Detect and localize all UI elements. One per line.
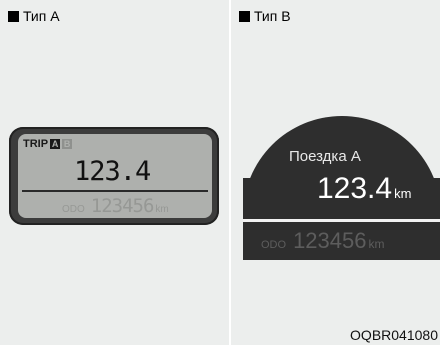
divider (243, 219, 440, 222)
odo-value: 123456 (90, 195, 155, 217)
trip-unit: km (394, 186, 412, 201)
trip-label: TRIP (23, 138, 49, 150)
odo-value: 123456 (293, 228, 367, 253)
divider (22, 190, 208, 192)
trip-value: 123.4 (317, 172, 393, 205)
type-b-display: Поездка A 123.4 km ODO 123456 km (243, 116, 440, 260)
odo-unit: km (155, 204, 169, 215)
type-a-label: Тип A (23, 8, 60, 24)
trip-b-indicator: B (62, 139, 73, 149)
trip-value: 123.4 (74, 156, 151, 187)
type-b-heading: Тип B (239, 8, 291, 24)
odometer: ODO 123456 km (62, 195, 169, 217)
odo-label: ODO (62, 204, 85, 215)
trip-a-indicator: A (50, 139, 61, 149)
trip-indicator: TRIP A B (23, 138, 73, 150)
odo-unit: km (368, 237, 385, 251)
trip-reading: 123.4 km (317, 172, 411, 206)
figure-code: OQBR041080 (350, 327, 438, 343)
type-b-label: Тип B (254, 8, 291, 24)
odo-label: ODO (261, 239, 287, 251)
odometer: ODO 123456 km (261, 228, 384, 254)
type-a-heading: Тип A (8, 8, 60, 24)
lcd-screen: TRIP A B 123.4 ODO 123456 km (18, 134, 212, 218)
bullet-square-icon (239, 10, 250, 22)
type-a-lcd-display: TRIP A B 123.4 ODO 123456 km (9, 127, 219, 225)
trip-title: Поездка A (289, 148, 361, 165)
bullet-square-icon (8, 10, 19, 22)
